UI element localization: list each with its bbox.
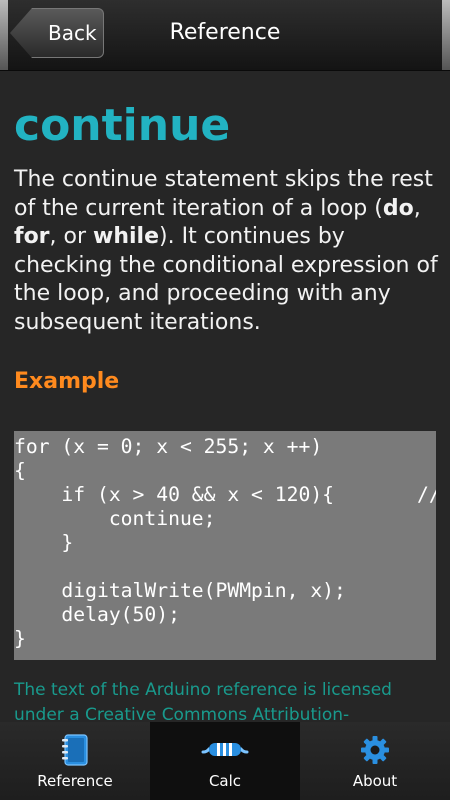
license-text: The text of the Arduino reference is lic… <box>14 680 392 725</box>
bar-edge-right <box>442 0 450 70</box>
notebook-icon <box>60 734 90 766</box>
keyword-for: for <box>14 224 50 249</box>
gear-icon <box>360 734 390 766</box>
example-heading: Example <box>14 369 120 394</box>
tab-calc-label: Calc <box>208 772 242 790</box>
keyword-description: The continue statement skips the rest of… <box>14 166 439 337</box>
description-text: , or <box>49 224 94 249</box>
page-title: Reference <box>169 20 281 45</box>
back-button[interactable]: Back <box>10 8 104 58</box>
code-text: for (x = 0; x < 255; x ++) { if (x > 40 … <box>14 435 436 650</box>
back-button-label: Back <box>48 21 97 45</box>
tab-reference-label: Reference <box>37 772 113 790</box>
description-text: , <box>413 195 421 221</box>
bar-edge-left <box>0 0 8 70</box>
code-example-block[interactable]: for (x = 0; x < 255; x ++) { if (x > 40 … <box>14 431 436 660</box>
bottom-tab-bar: Reference Calc About <box>0 722 450 800</box>
keyword-while: while <box>93 224 160 249</box>
tab-about-label: About <box>352 772 398 790</box>
tab-about[interactable]: About <box>300 722 450 800</box>
keyword-do: do <box>382 195 414 221</box>
tab-calc[interactable]: Calc <box>150 722 300 800</box>
tab-reference[interactable]: Reference <box>0 722 150 800</box>
top-action-bar: Back Reference <box>0 0 450 71</box>
keyword-heading: continue <box>14 100 231 151</box>
resistor-icon <box>201 734 249 766</box>
description-text: The continue statement skips the rest of… <box>14 167 433 221</box>
